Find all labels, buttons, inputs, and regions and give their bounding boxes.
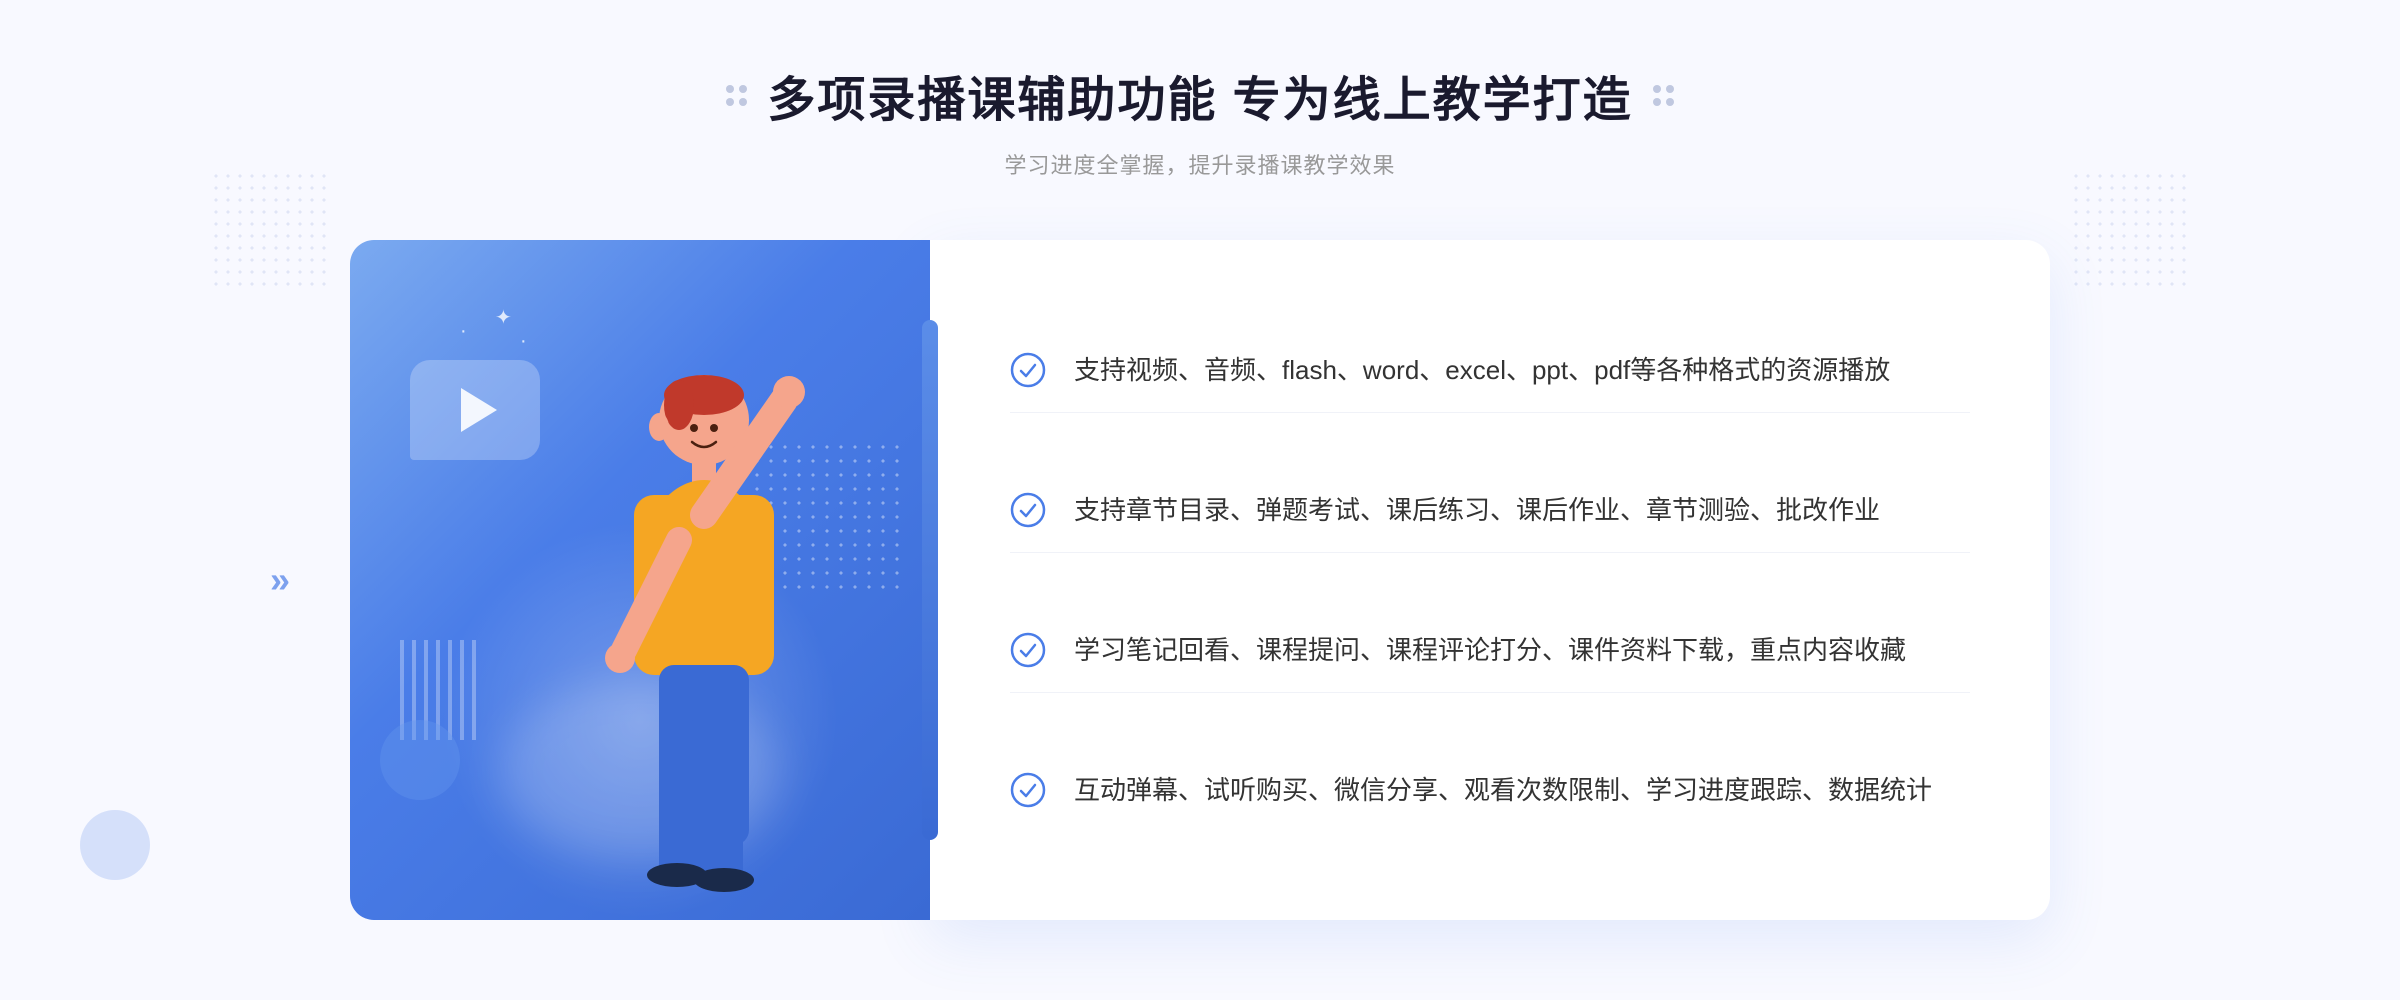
play-icon	[461, 388, 497, 432]
side-bar-decoration	[922, 320, 938, 840]
check-icon-3	[1010, 632, 1046, 668]
dot-pattern-left	[210, 170, 330, 290]
feature-item-4: 互动弹幕、试听购买、微信分享、观看次数限制、学习进度跟踪、数据统计	[1010, 748, 1970, 832]
dot	[739, 85, 747, 93]
dot	[1666, 85, 1674, 93]
main-content: » · ✦ ·	[350, 240, 2050, 920]
features-panel: 支持视频、音频、flash、word、excel、ppt、pdf等各种格式的资源…	[930, 240, 2050, 920]
illustration-card: · ✦ ·	[350, 240, 930, 920]
dot	[1653, 98, 1661, 106]
feature-item-2: 支持章节目录、弹题考试、课后练习、课后作业、章节测验、批改作业	[1010, 468, 1970, 553]
feature-text-4: 互动弹幕、试听购买、微信分享、观看次数限制、学习进度跟踪、数据统计	[1074, 768, 1932, 812]
sparkle-decoration-2: ✦	[495, 305, 512, 330]
feature-text-1: 支持视频、音频、flash、word、excel、ppt、pdf等各种格式的资源…	[1074, 348, 1890, 392]
dot	[739, 98, 747, 106]
feature-text-3: 学习笔记回看、课程提问、课程评论打分、课件资料下载，重点内容收藏	[1074, 628, 1906, 672]
dot	[726, 98, 734, 106]
page-title: 多项录播课辅助功能 专为线上教学打造	[767, 60, 1632, 130]
dot-pattern-right	[2070, 170, 2190, 290]
check-icon-1	[1010, 352, 1046, 388]
dot	[726, 85, 734, 93]
page-subtitle: 学习进度全掌握，提升录播课教学效果	[1004, 148, 1395, 180]
feature-text-2: 支持章节目录、弹题考试、课后练习、课后作业、章节测验、批改作业	[1074, 488, 1880, 532]
header-dots-right	[1653, 85, 1674, 106]
dot	[1666, 98, 1674, 106]
left-arrow-icon: »	[270, 559, 290, 601]
sparkle-decoration-1: ·	[460, 320, 467, 343]
title-row: 多项录播课辅助功能 专为线上教学打造	[726, 60, 1673, 130]
header-dots-left	[726, 85, 747, 106]
header-section: 多项录播课辅助功能 专为线上教学打造 学习进度全掌握，提升录播课教学效果	[726, 60, 1673, 180]
figure-illustration	[504, 340, 844, 920]
page-container: 多项录播课辅助功能 专为线上教学打造 学习进度全掌握，提升录播课教学效果 » ·	[0, 0, 2400, 1000]
person-svg	[504, 340, 844, 920]
feature-item-3: 学习笔记回看、课程提问、课程评论打分、课件资料下载，重点内容收藏	[1010, 608, 1970, 693]
check-icon-2	[1010, 492, 1046, 528]
bottom-circle-decoration	[80, 810, 150, 880]
feature-item-1: 支持视频、音频、flash、word、excel、ppt、pdf等各种格式的资源…	[1010, 328, 1970, 413]
check-icon-4	[1010, 772, 1046, 808]
dot	[1653, 85, 1661, 93]
blue-circle-decoration	[380, 720, 460, 800]
